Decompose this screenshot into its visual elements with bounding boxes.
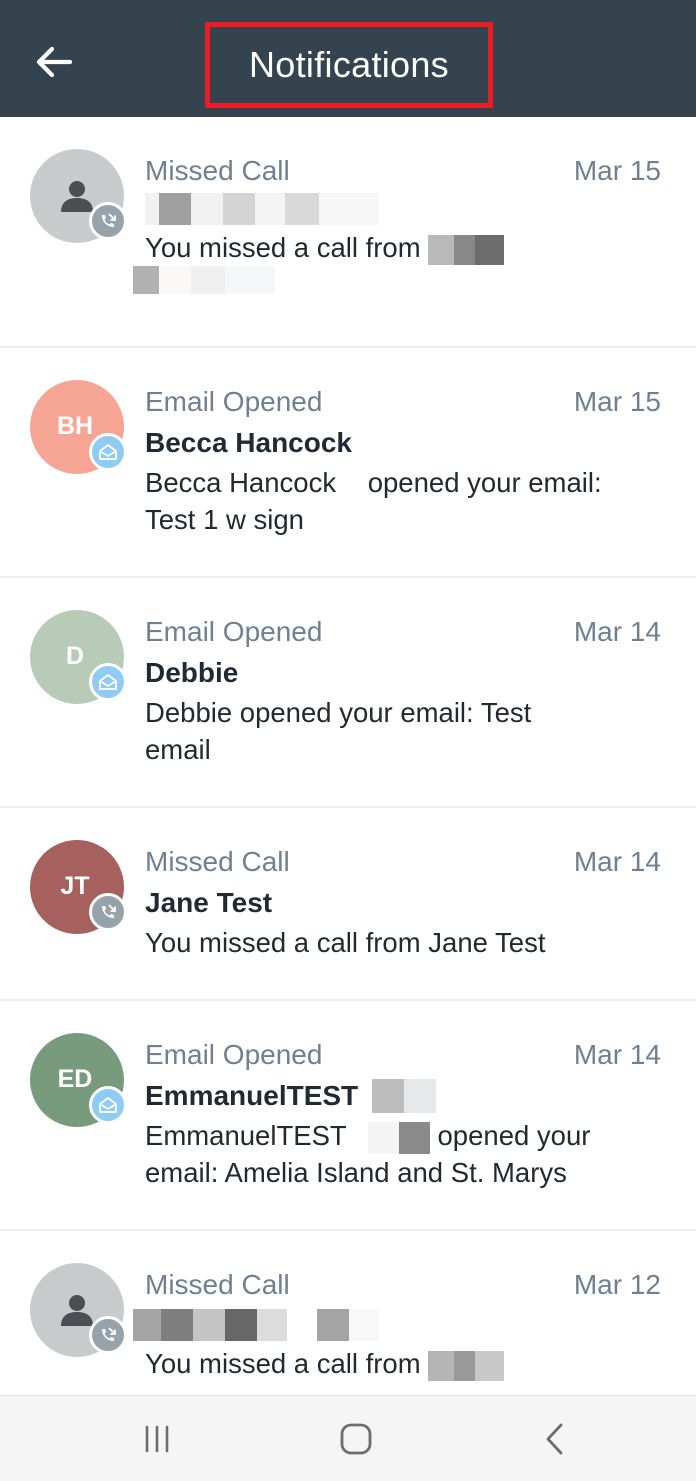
email-opened-icon xyxy=(99,674,117,690)
notification-date: Mar 14 xyxy=(573,846,661,877)
missed-call-badge xyxy=(89,1316,127,1354)
app-bar: Notifications xyxy=(0,0,696,117)
notification-date: Mar 14 xyxy=(573,616,661,647)
person-icon xyxy=(61,1295,93,1326)
system-back-button[interactable] xyxy=(524,1414,584,1464)
notification-message: EmmanuelTEST xyxy=(145,1120,347,1151)
missed-call-badge xyxy=(89,893,127,931)
contact-name: Becca Hancock xyxy=(145,427,353,458)
home-icon xyxy=(340,1423,372,1455)
redacted-surname-inline xyxy=(367,1121,430,1154)
notification-message: You missed a call from xyxy=(145,1348,421,1379)
recents-icon xyxy=(145,1425,169,1453)
back-button[interactable] xyxy=(26,30,82,94)
contact-name: Jane Test xyxy=(145,887,273,918)
missed-call-icon xyxy=(102,904,116,918)
notification-type: Email Opened xyxy=(145,1039,323,1070)
notification-type: Missed Call xyxy=(145,1269,290,1300)
home-button[interactable] xyxy=(326,1414,386,1464)
notification-item[interactable]: BH Email Opened Mar 15 Becca Hancock Bec… xyxy=(0,348,696,578)
notification-item[interactable]: ED Email Opened Mar 14 EmmanuelTEST Emma… xyxy=(0,1001,696,1231)
missed-call-icon xyxy=(102,1327,116,1341)
redacted-caller xyxy=(428,1350,505,1381)
notification-message-line2: email: Amelia Island and St. Marys xyxy=(145,1157,567,1188)
redacted-surname xyxy=(372,1079,437,1113)
page-title: Notifications xyxy=(249,44,449,85)
notification-item[interactable]: Missed Call Mar 12 You missed a call fro… xyxy=(0,1231,696,1401)
notification-message-tail: opened your xyxy=(437,1120,591,1151)
email-opened-icon xyxy=(99,1097,117,1113)
redacted-number xyxy=(133,266,661,294)
notification-message: You missed a call from Jane Test xyxy=(145,927,546,958)
notification-item[interactable]: JT Missed Call Mar 14 Jane Test You miss… xyxy=(0,808,696,1001)
missed-call-badge xyxy=(89,202,127,240)
notification-type: Missed Call xyxy=(145,846,290,877)
contact-name: Debbie xyxy=(145,657,239,688)
back-chevron-icon xyxy=(546,1423,563,1455)
notification-type: Email Opened xyxy=(145,616,323,647)
email-opened-badge xyxy=(89,1086,127,1124)
notification-item[interactable]: D Email Opened Mar 14 Debbie Debbie open… xyxy=(0,578,696,808)
notification-type: Missed Call xyxy=(145,155,290,186)
email-opened-icon xyxy=(99,444,117,460)
notification-list: Missed Call Mar 15 You missed a call fro… xyxy=(0,117,696,1401)
avatar-initials: BH xyxy=(56,411,94,440)
avatar-initials: ED xyxy=(57,1064,93,1093)
avatar-initials: JT xyxy=(60,871,90,900)
recents-button[interactable] xyxy=(127,1414,187,1464)
notification-message: Debbie opened your email: Test xyxy=(145,697,532,728)
email-opened-badge xyxy=(89,433,127,471)
notification-date: Mar 14 xyxy=(573,1039,661,1070)
title-highlight-box: Notifications xyxy=(205,22,493,108)
notification-message: You missed a call from xyxy=(145,232,421,263)
redacted-name xyxy=(133,1309,661,1341)
contact-name: EmmanuelTEST xyxy=(145,1080,359,1111)
redacted-name xyxy=(145,193,661,225)
notification-message: Becca Hancock xyxy=(145,467,337,498)
notification-type: Email Opened xyxy=(145,386,323,417)
system-nav-bar xyxy=(0,1395,696,1481)
notification-date: Mar 12 xyxy=(573,1269,661,1300)
person-icon xyxy=(61,181,93,212)
notification-message-tail: opened your email: xyxy=(367,467,602,498)
email-opened-badge xyxy=(89,663,127,701)
missed-call-icon xyxy=(102,213,116,227)
notification-message-line2: Test 1 w sign xyxy=(145,504,304,535)
notification-date: Mar 15 xyxy=(573,155,661,186)
arrow-left-icon xyxy=(36,46,72,78)
notification-date: Mar 15 xyxy=(573,386,661,417)
notification-item[interactable]: Missed Call Mar 15 You missed a call fro… xyxy=(0,117,696,348)
notification-message-line2: email xyxy=(145,734,211,765)
avatar-initials: D xyxy=(65,641,85,670)
redacted-caller xyxy=(428,234,505,265)
